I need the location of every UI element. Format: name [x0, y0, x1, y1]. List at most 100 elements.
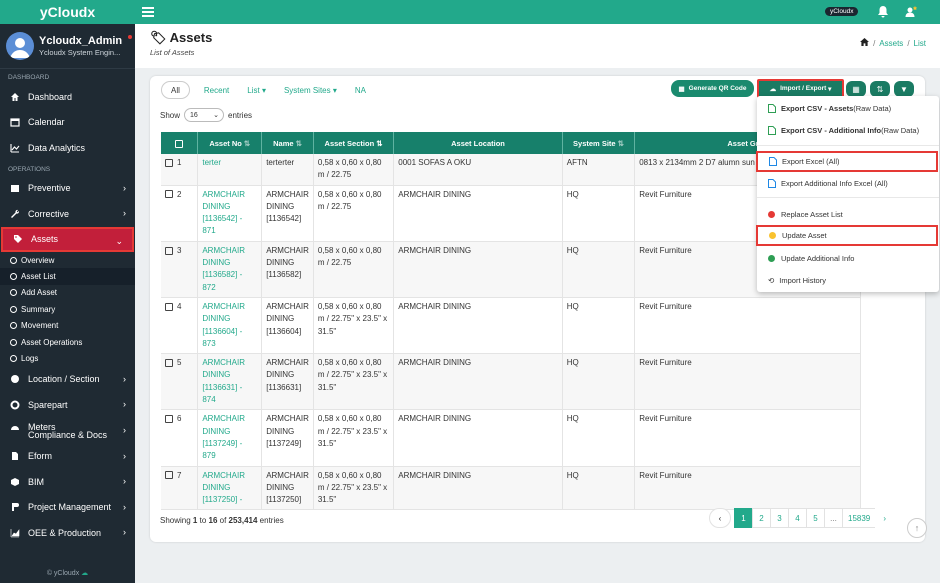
page-5[interactable]: 5 [806, 508, 825, 528]
tab-list[interactable]: List ▾ [238, 81, 275, 99]
sidebar-item-calendar[interactable]: Calendar [0, 110, 135, 136]
tab-all[interactable]: All [161, 81, 190, 99]
select-all-checkbox[interactable] [175, 139, 184, 148]
asset-no-value[interactable]: ARMCHAIR DINING [1136542] - 871 [202, 190, 245, 236]
row-select-cell[interactable]: 5 [161, 353, 199, 411]
page-3[interactable]: 3 [770, 508, 789, 528]
brand-logo[interactable]: yCloudx [0, 0, 135, 24]
asset-group-cell: Revit Furniture [634, 353, 861, 411]
page-length-select[interactable]: 16 ⌄ [184, 108, 225, 122]
sidebar-subitem-overview[interactable]: Overview [0, 252, 135, 268]
sidebar-item-meters[interactable]: Meters Compliance & Docs › [0, 418, 135, 440]
table-row[interactable]: 4 ARMCHAIR DINING [1136604] - 873 ARMCHAIR… [161, 297, 861, 355]
row-checkbox[interactable] [165, 415, 173, 424]
asset-no-value[interactable]: ARMCHAIR DINING [1136631] - 874 [202, 358, 245, 404]
asset-no-value[interactable]: ARMCHAIR DINING [1136582] - 872 [202, 246, 245, 292]
menu-toggle-icon[interactable] [142, 5, 154, 19]
breadcrumb-list[interactable]: List [914, 39, 926, 48]
sidebar-item-location-section[interactable]: Location / Section › [0, 367, 135, 393]
sidebar-item-preventive[interactable]: Preventive › [0, 176, 135, 202]
row-select-cell[interactable]: 6 [161, 409, 199, 467]
row-select-cell[interactable]: 1 [161, 154, 199, 186]
asset-no-cell[interactable]: ARMCHAIR DINING [1137249] - 879 [197, 409, 263, 467]
sidebar-subitem-summary[interactable]: Summary [0, 301, 135, 317]
sort-button[interactable]: ⇅ [870, 81, 890, 97]
sidebar-item-sparepart[interactable]: Sparepart › [0, 392, 135, 418]
sidebar-item-project-management[interactable]: Project Management › [0, 495, 135, 521]
row-checkbox[interactable] [165, 190, 173, 199]
sidebar-item-bim[interactable]: BIM › [0, 469, 135, 495]
row-select-cell[interactable]: 4 [161, 297, 199, 355]
row-checkbox[interactable] [165, 302, 173, 311]
asset-no-value[interactable]: ARMCHAIR DINING [1137250] - [202, 471, 245, 505]
tab-recent[interactable]: Recent [195, 81, 238, 99]
sort-icon: ⇅ [876, 84, 884, 94]
breadcrumb-assets[interactable]: Assets [879, 39, 903, 48]
menu-export-excel-all[interactable]: Export Excel (All) [756, 151, 938, 172]
col-name[interactable]: Name ⇅ [261, 132, 314, 154]
page-last[interactable]: 15839 [842, 508, 877, 528]
row-checkbox[interactable] [165, 359, 173, 368]
sidebar-item-eform[interactable]: Eform › [0, 444, 135, 470]
table-row[interactable]: 3 ARMCHAIR DINING [1136582] - 872 ARMCHAIR… [161, 241, 861, 298]
asset-no-cell[interactable]: ARMCHAIR DINING [1136604] - 873 [197, 297, 263, 355]
asset-no-value[interactable]: terter [202, 158, 221, 167]
row-select-cell[interactable]: 2 [161, 185, 199, 242]
menu-export-additional-info-excel[interactable]: Export Additional Info Excel (All) [757, 173, 939, 193]
col-system-site[interactable]: System Site ⇅ [562, 132, 636, 154]
page-2[interactable]: 2 [752, 508, 771, 528]
sidebar-item-compliance-label[interactable]: Compliance & Docs [28, 430, 107, 440]
next-page-button[interactable]: › [875, 508, 895, 528]
sidebar-subitem-asset-operations[interactable]: Asset Operations [0, 334, 135, 350]
asset-no-cell[interactable]: ARMCHAIR DINING [1137250] - [197, 466, 263, 511]
tab-na[interactable]: NA [346, 81, 375, 99]
row-checkbox[interactable] [165, 158, 173, 167]
menu-export-csv-assets[interactable]: Export CSV - Assets (Raw Data) [757, 98, 939, 118]
system-site-cell: HQ [562, 466, 636, 511]
sidebar-subitem-add-asset[interactable]: Add Asset [0, 285, 135, 301]
sidebar-item-oee-production[interactable]: OEE & Production › [0, 520, 135, 546]
row-checkbox[interactable] [165, 246, 173, 255]
filter-button[interactable]: ▼ [894, 81, 914, 97]
select-all-header[interactable] [161, 132, 199, 154]
asset-no-cell[interactable]: ARMCHAIR DINING [1136631] - 874 [197, 353, 263, 411]
sidebar-subitem-logs[interactable]: Logs [0, 350, 135, 366]
tab-system-sites[interactable]: System Sites ▾ [275, 81, 346, 99]
user-menu-icon[interactable] [905, 5, 918, 18]
sidebar-subitem-asset-list[interactable]: Asset List [0, 268, 135, 285]
asset-no-value[interactable]: ARMCHAIR DINING [1136604] - 873 [202, 302, 245, 348]
menu-update-additional-info[interactable]: Update Additional Info [757, 248, 939, 268]
generate-qr-button[interactable]: ▦ Generate QR Code [671, 80, 754, 97]
table-row[interactable]: 5 ARMCHAIR DINING [1136631] - 874 ARMCHAIR… [161, 353, 861, 411]
row-select-cell[interactable]: 7 [161, 466, 199, 511]
row-checkbox[interactable] [165, 471, 173, 480]
asset-no-cell[interactable]: terter [197, 154, 263, 186]
page-4[interactable]: 4 [788, 508, 807, 528]
menu-update-asset[interactable]: Update Asset [756, 225, 938, 246]
sidebar-item-data-analytics[interactable]: Data Analytics [0, 135, 135, 161]
menu-import-history[interactable]: ⟲ Import History [757, 270, 939, 290]
col-asset-no[interactable]: Asset No ⇅ [197, 132, 263, 154]
page-1[interactable]: 1 [734, 508, 753, 528]
sidebar-subitem-movement[interactable]: Movement [0, 318, 135, 334]
sidebar-item-corrective[interactable]: Corrective › [0, 201, 135, 227]
table-row[interactable]: 7 ARMCHAIR DINING [1137250] - ARMCHAIR DIN… [161, 466, 861, 511]
table-row[interactable]: 6 ARMCHAIR DINING [1137249] - 879 ARMCHAIR… [161, 409, 861, 467]
sidebar-item-assets[interactable]: Assets ⌄ [1, 226, 134, 252]
asset-no-value[interactable]: ARMCHAIR DINING [1137249] - 879 [202, 414, 245, 460]
bell-icon[interactable] [877, 5, 889, 18]
col-asset-section[interactable]: Asset Section ⇅ [313, 132, 395, 154]
prev-page-button[interactable]: ‹ [709, 508, 731, 528]
table-view-button[interactable]: ▦ [846, 81, 866, 97]
tenant-badge[interactable]: yCloudx [825, 7, 859, 16]
menu-replace-asset-list[interactable]: Replace Asset List [757, 204, 939, 224]
scroll-top-button[interactable]: ↑ [907, 518, 927, 538]
sidebar-item-dashboard[interactable]: Dashboard [0, 84, 135, 110]
asset-no-cell[interactable]: ARMCHAIR DINING [1136582] - 872 [197, 241, 263, 298]
row-select-cell[interactable]: 3 [161, 241, 199, 298]
user-panel[interactable]: Ycloudx_Admin Ycloudx System Engin... [0, 24, 135, 69]
menu-export-csv-additional-info[interactable]: Export CSV - Additional Info (Raw Data) [757, 120, 939, 140]
col-asset-location[interactable]: Asset Location [393, 132, 563, 154]
asset-no-cell[interactable]: ARMCHAIR DINING [1136542] - 871 [197, 185, 263, 242]
home-icon[interactable] [860, 38, 870, 46]
